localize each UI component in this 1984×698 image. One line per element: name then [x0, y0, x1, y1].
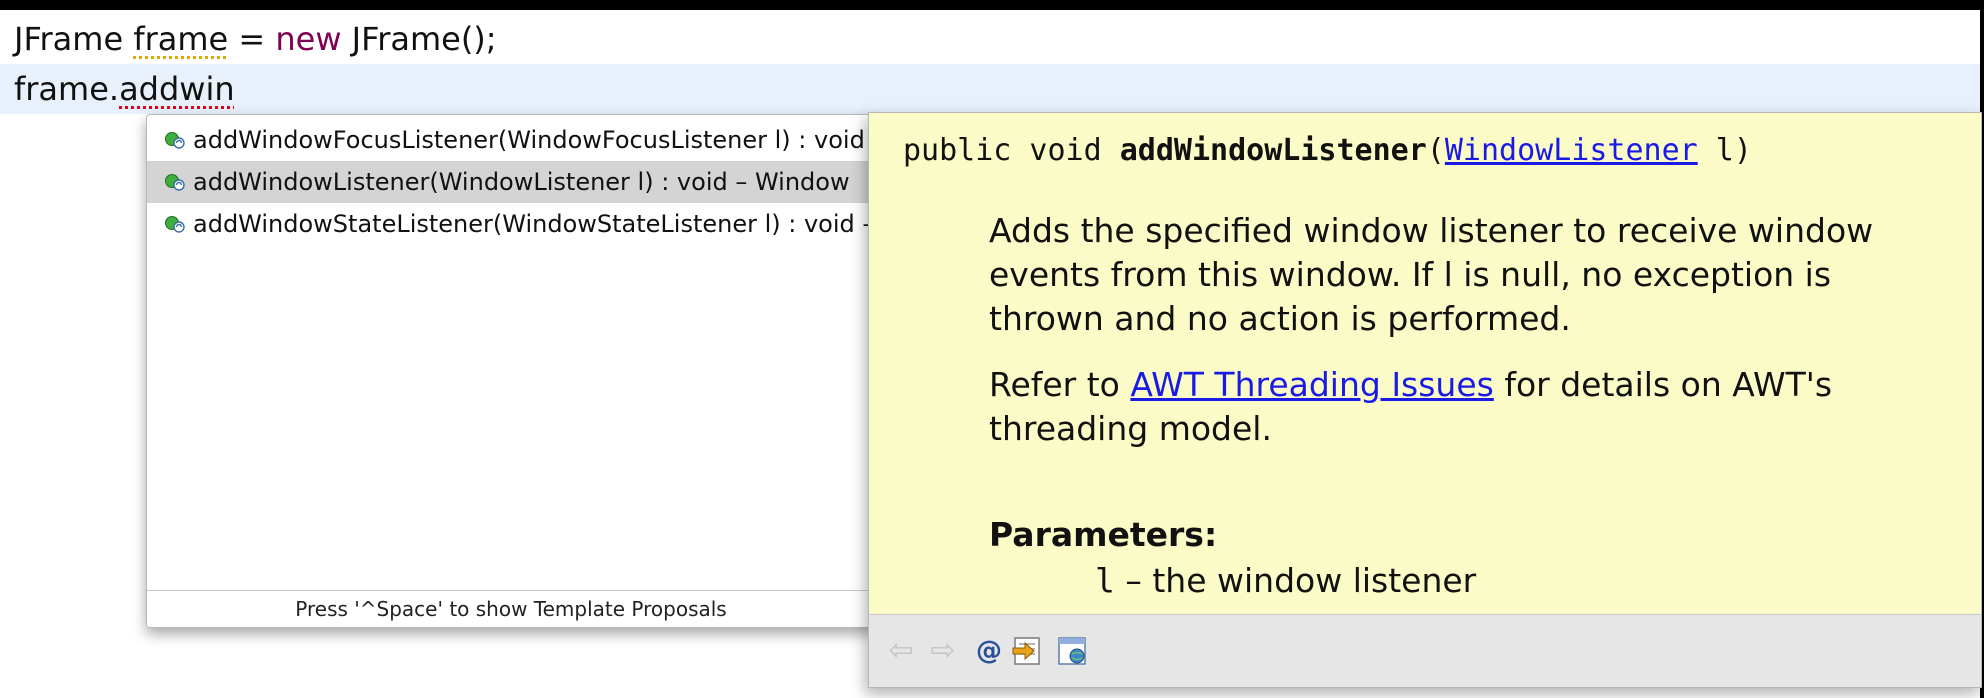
- proposal-label: addWindowStateListener(WindowStateListen…: [193, 210, 875, 238]
- signature-method-name: addWindowListener: [1119, 133, 1427, 168]
- at-icon[interactable]: @: [971, 633, 1007, 669]
- refer-prefix: Refer to: [989, 365, 1131, 404]
- code-token-error: addwin: [119, 70, 235, 108]
- proposal-label: addWindowFocusListener(WindowFocusListen…: [193, 126, 875, 154]
- javadoc-hover[interactable]: public void addWindowListener(WindowList…: [868, 112, 1982, 688]
- code-line-1[interactable]: JFrame frame = new JFrame();: [14, 14, 497, 64]
- javadoc-toolbar: ⇦ ⇨ @: [869, 614, 1981, 687]
- parameters-heading: Parameters:: [989, 515, 1218, 554]
- param-type-link[interactable]: WindowListener: [1445, 133, 1698, 168]
- proposal-label: addWindowListener(WindowListener l) : vo…: [193, 168, 850, 196]
- parameter-entry: l – the window listener: [1095, 561, 1476, 600]
- open-browser-icon[interactable]: [1055, 633, 1091, 669]
- method-signature: public void addWindowListener(WindowList…: [903, 133, 1752, 168]
- refer-paragraph: Refer to AWT Threading Issues for detail…: [989, 363, 1949, 451]
- keyword-new: new: [275, 20, 342, 58]
- back-arrow-icon[interactable]: ⇦: [883, 633, 919, 669]
- open-browser-icon-graphic: [1058, 637, 1086, 665]
- signature-paren: (: [1426, 133, 1445, 168]
- proposal-item[interactable]: addWindowFocusListener(WindowFocusListen…: [147, 119, 875, 161]
- signature-modifiers: public void: [903, 133, 1120, 168]
- code-token: JFrame: [14, 20, 134, 58]
- code-token-warning: frame: [133, 20, 229, 58]
- public-method-icon: [165, 216, 185, 233]
- parameter-name: l: [1095, 561, 1115, 600]
- top-edge: [0, 0, 1984, 10]
- proposals-status-hint: Press '^Space' to show Template Proposal…: [147, 590, 875, 627]
- code-token: =: [228, 20, 276, 58]
- proposal-item[interactable]: addWindowStateListener(WindowStateListen…: [147, 203, 875, 245]
- awt-threading-link[interactable]: AWT Threading Issues: [1130, 365, 1493, 404]
- javadoc-body: Adds the specified window listener to re…: [989, 209, 1949, 473]
- open-declaration-icon-graphic: [1012, 637, 1040, 665]
- forward-arrow-icon[interactable]: ⇨: [925, 633, 961, 669]
- signature-param: l): [1697, 133, 1752, 168]
- code-token: JFrame();: [341, 20, 497, 58]
- code-token: frame.: [14, 70, 120, 108]
- content-assist-popup[interactable]: addWindowFocusListener(WindowFocusListen…: [146, 114, 876, 628]
- public-method-icon: [165, 174, 185, 191]
- open-declaration-icon[interactable]: [1011, 633, 1047, 669]
- parameter-description: – the window listener: [1114, 561, 1477, 600]
- proposal-item-selected[interactable]: addWindowListener(WindowListener l) : vo…: [147, 161, 875, 203]
- method-description: Adds the specified window listener to re…: [989, 211, 1874, 338]
- public-method-icon: [165, 132, 185, 149]
- code-line-2-current[interactable]: frame.addwin: [0, 64, 1980, 114]
